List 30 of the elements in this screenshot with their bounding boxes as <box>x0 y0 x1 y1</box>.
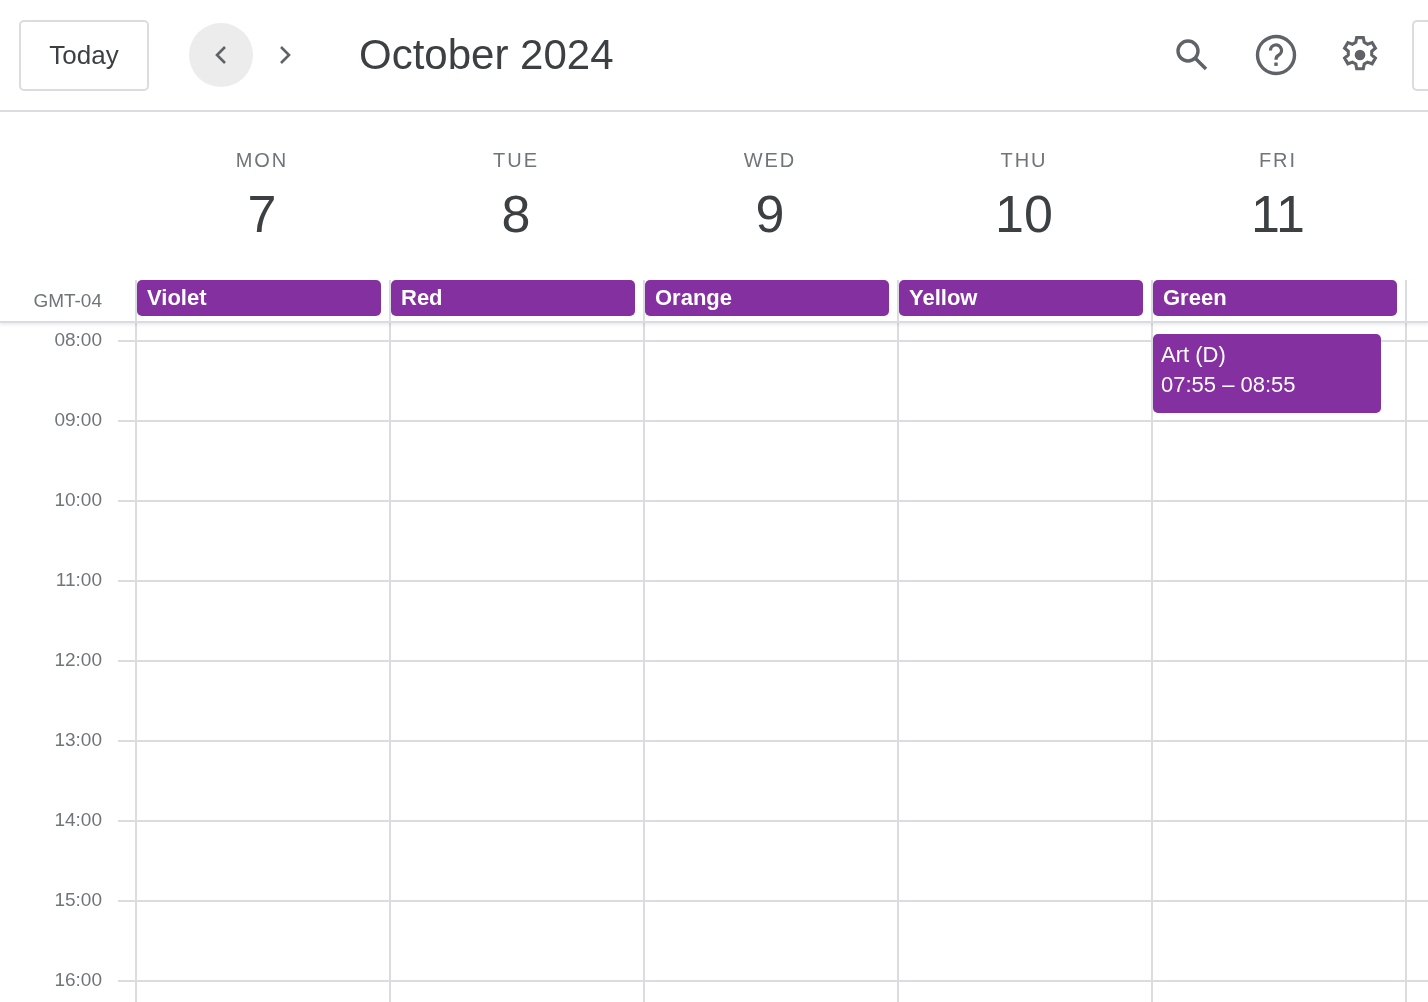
hour-label: 13:00 <box>54 729 102 750</box>
hour-label: 08:00 <box>54 329 102 350</box>
event-time: 07:55 – 08:55 <box>1161 371 1297 400</box>
weekday-label: TUE <box>493 149 539 172</box>
date-number[interactable]: 7 <box>247 184 277 244</box>
hour-label: 14:00 <box>54 809 102 830</box>
date-number[interactable]: 8 <box>501 184 531 244</box>
weekday-label: MON <box>235 149 289 172</box>
hour-label: 15:00 <box>54 889 102 910</box>
hour-label: 12:00 <box>54 649 102 670</box>
hour-label: 09:00 <box>54 409 102 430</box>
weekday-label: FRI <box>1258 149 1298 172</box>
event-card[interactable]: Art (D) 07:55 – 08:55 <box>1153 334 1381 414</box>
all-day-event[interactable]: Violet <box>137 280 381 316</box>
date-number[interactable]: 11 <box>1251 184 1305 244</box>
date-number[interactable]: 9 <box>755 184 785 244</box>
all-day-event[interactable]: Orange <box>645 280 889 316</box>
timezone-label: GMT-04 <box>33 289 102 312</box>
hour-label: 10:00 <box>54 489 102 510</box>
month-title: October 2024 <box>359 31 614 79</box>
hour-label: 16:00 <box>54 969 102 990</box>
today-button[interactable]: Today <box>19 19 149 91</box>
all-day-event[interactable]: Green <box>1153 280 1397 316</box>
all-day-event[interactable]: Red <box>391 280 635 316</box>
weekday-label: THU <box>1000 149 1048 172</box>
date-number[interactable]: 10 <box>995 184 1053 244</box>
all-day-event[interactable]: Yellow <box>899 280 1143 316</box>
weekday-label: WED <box>743 149 797 172</box>
event-title: Art (D) <box>1161 341 1227 370</box>
hour-label: 11:00 <box>55 569 102 590</box>
